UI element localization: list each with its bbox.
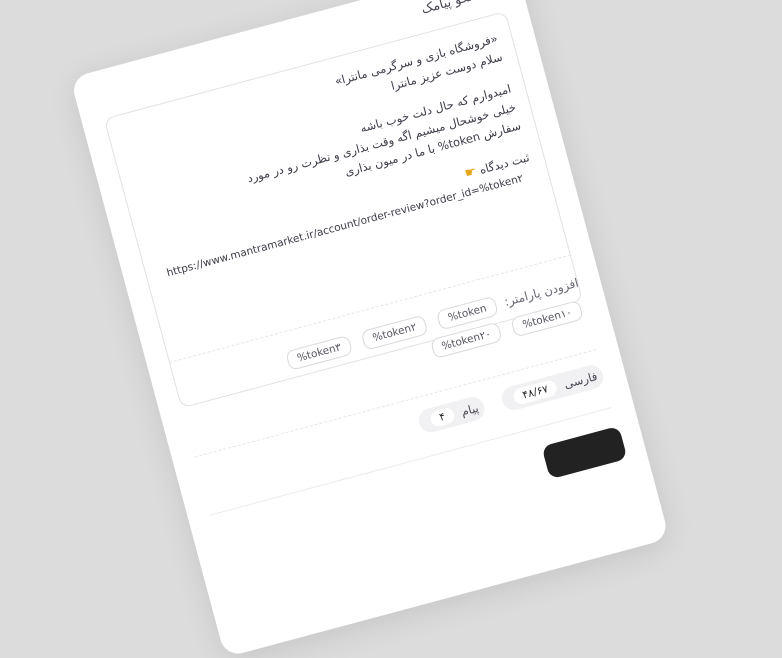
sms-template-card: متن الگو پیامک «فروشگاه بازی و سرگرمی ما… (70, 0, 670, 658)
submit-button[interactable] (541, 425, 628, 480)
param-chip-token3[interactable]: %token۳ (285, 334, 354, 371)
sms-count: ۴ (428, 406, 456, 428)
param-chip-token10[interactable]: %token۱۰ (510, 299, 584, 338)
sms-counter: پیام ۴ (416, 394, 488, 435)
character-count: ۴۸/۶۷ (511, 378, 559, 406)
param-chip-token2[interactable]: %token۲ (360, 314, 429, 351)
sms-label: پیام (459, 400, 481, 419)
language-label: فارسی (562, 368, 599, 392)
pointing-hand-icon: ☛ (463, 164, 479, 182)
